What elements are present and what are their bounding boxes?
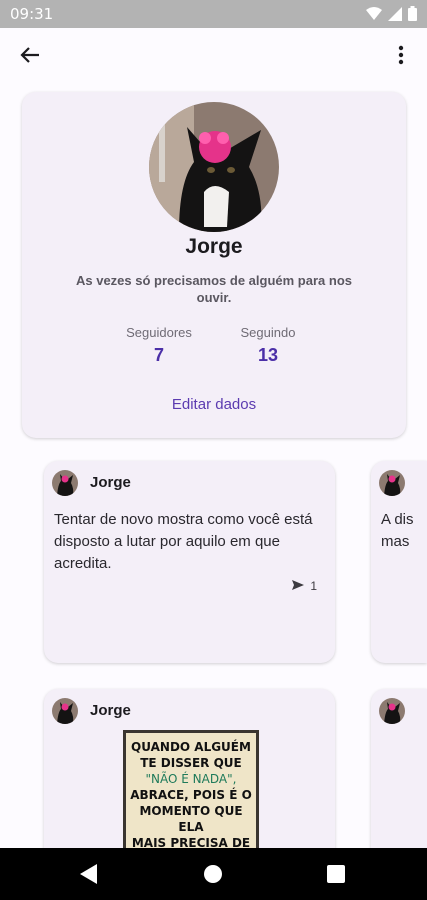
back-button[interactable]	[14, 43, 46, 71]
post-card[interactable]: Jorge Tentar de novo mostra como você es…	[44, 461, 335, 663]
arrow-left-icon	[20, 46, 40, 69]
post-author-avatar	[52, 698, 78, 724]
more-vertical-icon	[398, 45, 404, 70]
following-label: Seguindo	[240, 325, 296, 340]
more-options-button[interactable]	[389, 43, 413, 71]
post-likes-count: 1	[310, 579, 317, 593]
post-image-text: "NÃO É NADA",	[145, 772, 237, 786]
profile-bio: As vezes só precisamos de alguém para no…	[75, 273, 352, 305]
post-card[interactable]: Jorge QUANDO ALGUÉM TE DISSER QUE "NÃO É…	[44, 689, 335, 869]
profile-card: Jorge As vezes só precisamos de alguém p…	[22, 92, 406, 438]
post-author-avatar	[52, 470, 78, 496]
edit-profile-button[interactable]: Editar dados	[154, 392, 274, 418]
following-stat[interactable]: Seguindo 13	[218, 325, 318, 366]
status-time: 09:31	[10, 5, 54, 23]
followers-stat[interactable]: Seguidores 7	[109, 325, 209, 366]
nav-home-icon[interactable]	[203, 864, 223, 889]
post-image-text: QUANDO ALGUÉM	[131, 740, 251, 754]
battery-icon	[408, 6, 417, 26]
send-icon	[292, 579, 305, 593]
post-image-text: MOMENTO QUE ELA	[139, 804, 243, 834]
post-author-name: Jorge	[90, 702, 131, 719]
post-image-text: TE DISSER QUE	[140, 756, 242, 770]
followers-count: 7	[153, 345, 164, 365]
post-author-avatar	[379, 470, 405, 496]
system-navigation-bar	[0, 848, 427, 900]
post-text: Tentar de novo mostra como você está dis…	[54, 511, 313, 572]
post-image[interactable]: QUANDO ALGUÉM TE DISSER QUE "NÃO É NADA"…	[123, 730, 259, 860]
wifi-icon	[366, 6, 382, 26]
profile-avatar[interactable]	[149, 102, 279, 232]
post-card[interactable]: A dis mas	[371, 461, 427, 663]
status-icons	[366, 6, 417, 26]
post-likes[interactable]: 1	[292, 579, 317, 593]
post-author-name: Jorge	[90, 474, 131, 491]
app-bar	[0, 28, 427, 86]
profile-name: Jorge	[185, 235, 243, 258]
nav-back-icon[interactable]	[80, 864, 98, 889]
status-bar: 09:31	[0, 0, 427, 28]
nav-recent-icon[interactable]	[327, 865, 345, 888]
post-author-avatar	[379, 698, 405, 724]
following-count: 13	[257, 345, 279, 365]
signal-icon	[388, 6, 402, 26]
post-card[interactable]	[371, 689, 427, 869]
followers-label: Seguidores	[126, 325, 192, 340]
post-text-preview: A dis mas	[381, 511, 414, 550]
post-image-text: ABRACE, POIS É O	[130, 788, 252, 802]
